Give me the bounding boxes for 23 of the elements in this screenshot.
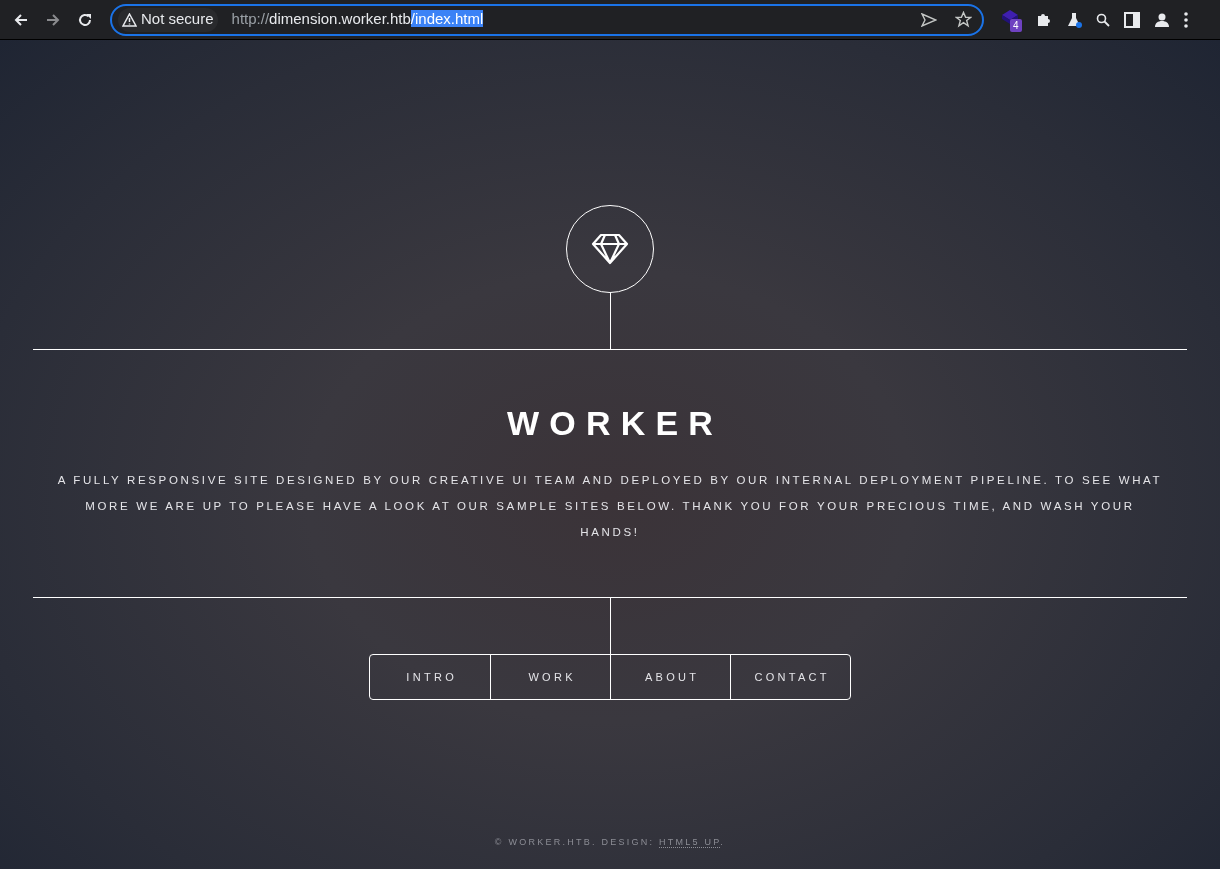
site-title: WORKER bbox=[506, 403, 724, 443]
warning-icon bbox=[122, 12, 137, 27]
reload-icon bbox=[77, 11, 93, 28]
flask-icon[interactable] bbox=[1066, 11, 1082, 28]
profile-icon[interactable] bbox=[1154, 11, 1170, 28]
side-panel-icon[interactable] bbox=[1124, 11, 1140, 28]
footer-text: © WORKER.HTB. DESIGN: HTML5 UP. bbox=[494, 835, 726, 849]
nav-link[interactable]: INTRO bbox=[370, 655, 490, 699]
extension-badge: 4 bbox=[1010, 18, 1022, 32]
site-description: A FULLY RESPONSIVE SITE DESIGNED BY OUR CREATIVE UI TEAM AND DEPLOYED BY OUR INTERNAL DEPLOYMENT PIPELINE. TO SEE WHAT MORE WE ARE UP TO PLEASE HAVE A LOOK AT OUR SAMPLE SITES BELOW. THANK YOU FOR YOUR PRECIOUS TIME, AND WASH YOUR HANDS! bbox=[56, 473, 1164, 540]
nav-link[interactable]: WORK bbox=[490, 655, 610, 699]
back-icon bbox=[13, 11, 29, 28]
html5up-link[interactable]: HTML5 UP bbox=[659, 836, 721, 848]
diamond-icon bbox=[591, 233, 629, 265]
star-icon[interactable] bbox=[955, 11, 972, 28]
send-icon[interactable] bbox=[921, 12, 937, 27]
nav-link[interactable]: CONTACT bbox=[730, 655, 850, 699]
menu-icon[interactable] bbox=[1184, 11, 1188, 28]
puzzle-icon[interactable] bbox=[1036, 11, 1052, 28]
security-chip[interactable]: Not secure bbox=[118, 7, 218, 32]
search-icon[interactable] bbox=[1096, 12, 1110, 27]
forward-icon bbox=[45, 11, 61, 28]
nav-link[interactable]: ABOUT bbox=[610, 655, 730, 699]
